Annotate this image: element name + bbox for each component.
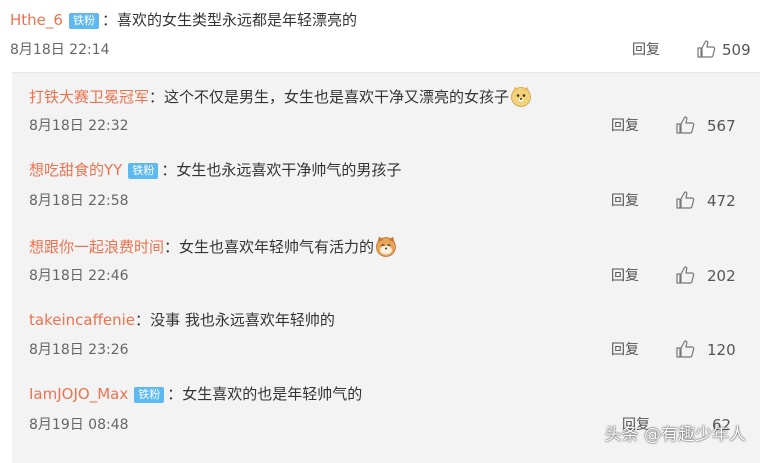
thumbs-up-icon[interactable] (675, 190, 695, 210)
fan-badge: 铁粉 (128, 163, 159, 179)
thumbs-up-icon[interactable] (675, 115, 695, 135)
comment-text: 喜欢的女生类型永远都是年轻漂亮的 (116, 11, 357, 29)
username-link[interactable]: takeincaffenie (29, 311, 135, 329)
top-comment-line: Hthe_6 铁粉 ：喜欢的女生类型永远都是年轻漂亮的 (10, 10, 357, 30)
thumbs-up-icon[interactable] (696, 39, 716, 59)
reply-button[interactable]: 回复 (611, 117, 639, 135)
username-link[interactable]: 想吃甜食的YY (29, 161, 122, 179)
reply-line: 打铁大赛卫冕冠军：这个不仅是男生，女生也是喜欢干净又漂亮的女孩子 (29, 85, 532, 107)
fan-badge: 铁粉 (134, 387, 165, 403)
colon: ： (149, 88, 165, 106)
comment-date: 8月18日 22:32 (29, 118, 129, 134)
username-link[interactable]: 想跟你一起浪费时间 (29, 238, 164, 256)
comment-date: 8月18日 22:14 (10, 42, 110, 58)
reply-button[interactable]: 回复 (632, 41, 660, 59)
reply-line: 想吃甜食的YY 铁粉 ：女生也永远喜欢干净帅气的男孩子 (29, 160, 401, 180)
like-count: 472 (707, 192, 736, 210)
username-link[interactable]: Hthe_6 (10, 11, 63, 29)
doge-emoji (511, 86, 531, 107)
watermark: 头条 @有趣少年人 (604, 425, 746, 445)
thumbs-up-icon[interactable] (675, 339, 695, 359)
comment-date: 8月18日 23:26 (29, 342, 129, 358)
username-link[interactable]: 打铁大赛卫冕冠军 (29, 88, 149, 106)
comment-date: 8月18日 22:58 (29, 193, 129, 209)
reply-button[interactable]: 回复 (611, 341, 639, 359)
like-count: 120 (707, 341, 736, 359)
comment-text: 没事 我也永远喜欢年轻帅的 (150, 311, 335, 329)
comment-date: 8月18日 22:46 (29, 268, 129, 284)
reply-button[interactable]: 回复 (611, 267, 639, 285)
colon: ： (161, 161, 177, 179)
comment-text: 女生喜欢的也是年轻帅气的 (182, 385, 363, 403)
colon: ： (101, 11, 117, 29)
colon: ： (135, 311, 151, 329)
reply-line: 想跟你一起浪费时间：女生也喜欢年轻帅气有活力的 (29, 235, 397, 257)
reply-line: IamJOJO_Max 铁粉 ：女生喜欢的也是年轻帅气的 (29, 384, 362, 404)
comment-text: 女生也永远喜欢干净帅气的男孩子 (176, 161, 402, 179)
reply-line: takeincaffenie：没事 我也永远喜欢年轻帅的 (29, 310, 335, 330)
shiba-emoji (376, 236, 396, 257)
reply-button[interactable]: 回复 (611, 192, 639, 210)
comment-text: 这个不仅是男生，女生也是喜欢干净又漂亮的女孩子 (164, 88, 510, 106)
comment-date: 8月19日 08:48 (29, 417, 129, 433)
fan-badge: 铁粉 (68, 13, 99, 29)
like-count: 567 (707, 117, 736, 135)
comment-text: 女生也喜欢年轻帅气有活力的 (179, 238, 375, 256)
like-count: 202 (707, 267, 736, 285)
colon: ： (167, 385, 183, 403)
like-count: 509 (722, 41, 751, 59)
colon: ： (164, 238, 180, 256)
thumbs-up-icon[interactable] (675, 265, 695, 285)
username-link[interactable]: IamJOJO_Max (29, 385, 128, 403)
